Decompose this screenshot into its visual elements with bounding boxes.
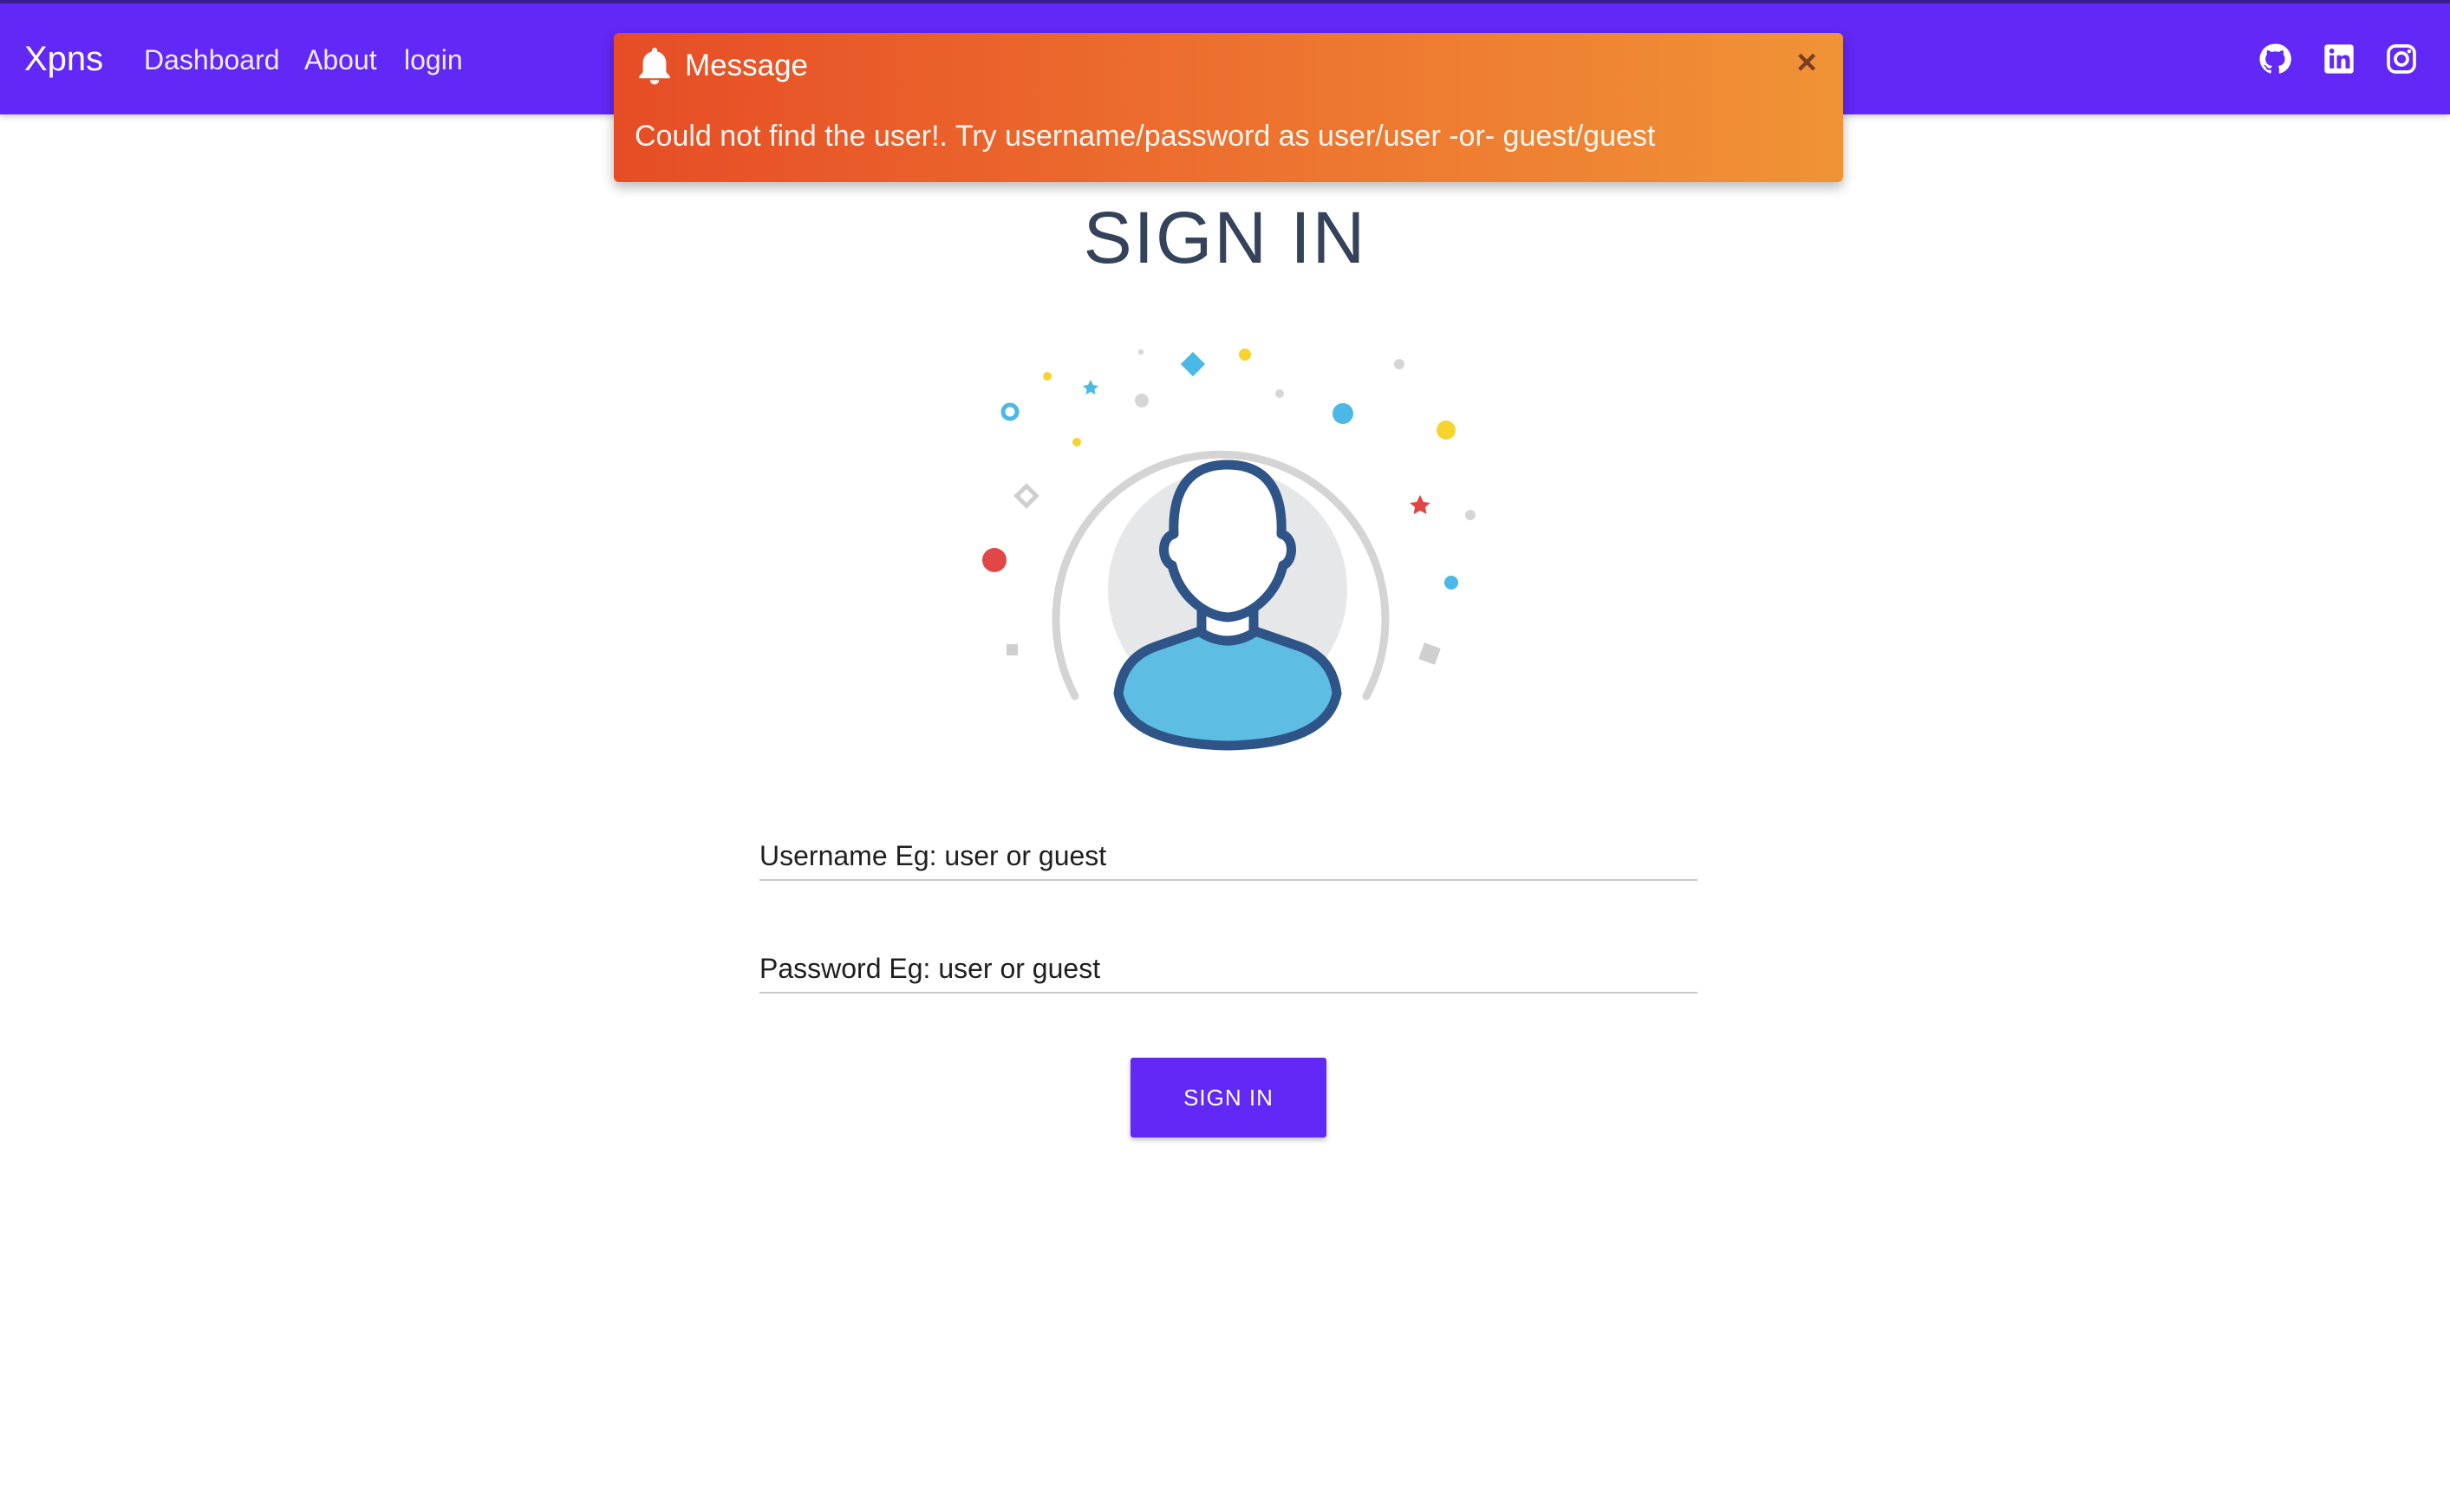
toast-message: Could not find the user!. Try username/p…: [635, 120, 1656, 153]
nav-link-login[interactable]: login: [404, 38, 463, 81]
close-icon[interactable]: ×: [1789, 45, 1824, 80]
username-field[interactable]: [759, 832, 1697, 881]
page-title: SIGN IN: [1083, 197, 1367, 278]
toast-title: Message: [685, 49, 809, 82]
github-icon[interactable]: [2258, 42, 2292, 76]
password-field[interactable]: [759, 945, 1697, 994]
error-toast: Message × Could not find the user!. Try …: [614, 33, 1843, 182]
user-avatar-illustration: [945, 329, 1517, 763]
sign-in-button[interactable]: SIGN IN: [1131, 1058, 1326, 1137]
instagram-icon[interactable]: [2384, 42, 2419, 76]
nav-link-about[interactable]: About: [304, 38, 377, 81]
brand-logo[interactable]: Xpns: [24, 36, 103, 81]
linkedin-icon[interactable]: [2322, 42, 2356, 76]
nav-link-dashboard[interactable]: Dashboard: [144, 38, 280, 81]
bell-icon: [635, 45, 674, 88]
